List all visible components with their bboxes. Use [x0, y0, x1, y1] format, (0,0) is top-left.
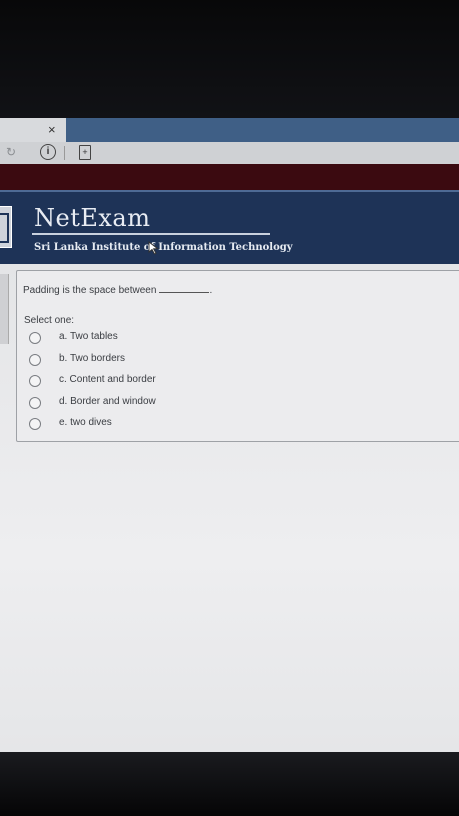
question-text: Padding is the space between.	[23, 283, 212, 296]
brand-underline	[32, 233, 270, 235]
radio-button[interactable]	[29, 418, 41, 430]
main-content: Padding is the space between. Select one…	[0, 264, 459, 752]
page-icon[interactable]: +	[79, 145, 91, 160]
monitor-bezel-top	[0, 0, 459, 118]
question-stem: Padding is the space between	[23, 285, 157, 296]
option-label[interactable]: e. two dives	[59, 417, 112, 428]
select-one-label: Select one:	[24, 315, 75, 326]
monitor-bezel-bottom	[0, 752, 459, 816]
divider	[64, 146, 65, 160]
page-top-bar	[0, 164, 459, 190]
radio-button[interactable]	[29, 375, 41, 387]
mouse-cursor-icon	[148, 241, 159, 255]
info-icon[interactable]: i	[40, 144, 56, 160]
browser-tab[interactable]: ×	[0, 118, 66, 142]
site-header: NetExam Sri Lanka Institute of Informati…	[0, 190, 459, 266]
radio-button[interactable]	[29, 354, 41, 366]
radio-button[interactable]	[29, 397, 41, 409]
close-icon[interactable]: ×	[48, 122, 56, 137]
brand-title: NetExam	[34, 204, 151, 232]
address-bar: ↻ i +	[0, 142, 459, 165]
institute-name: Sri Lanka Institute of Information Techn…	[34, 242, 293, 253]
option-label[interactable]: a. Two tables	[59, 331, 118, 342]
option-label[interactable]: b. Two borders	[59, 353, 125, 364]
browser-screen: × ↻ i + NetExam Sri Lanka Institute of I…	[0, 118, 459, 752]
left-panel-edge	[0, 274, 9, 344]
question-trailing: .	[209, 285, 213, 296]
reload-icon[interactable]: ↻	[6, 145, 16, 159]
radio-button[interactable]	[29, 332, 41, 344]
option-label[interactable]: d. Border and window	[59, 396, 156, 407]
option-label[interactable]: c. Content and border	[59, 374, 156, 385]
answer-blank	[159, 283, 210, 293]
logo-icon	[0, 206, 12, 248]
question-card: Padding is the space between. Select one…	[16, 270, 459, 442]
tab-bar: ×	[0, 118, 459, 142]
